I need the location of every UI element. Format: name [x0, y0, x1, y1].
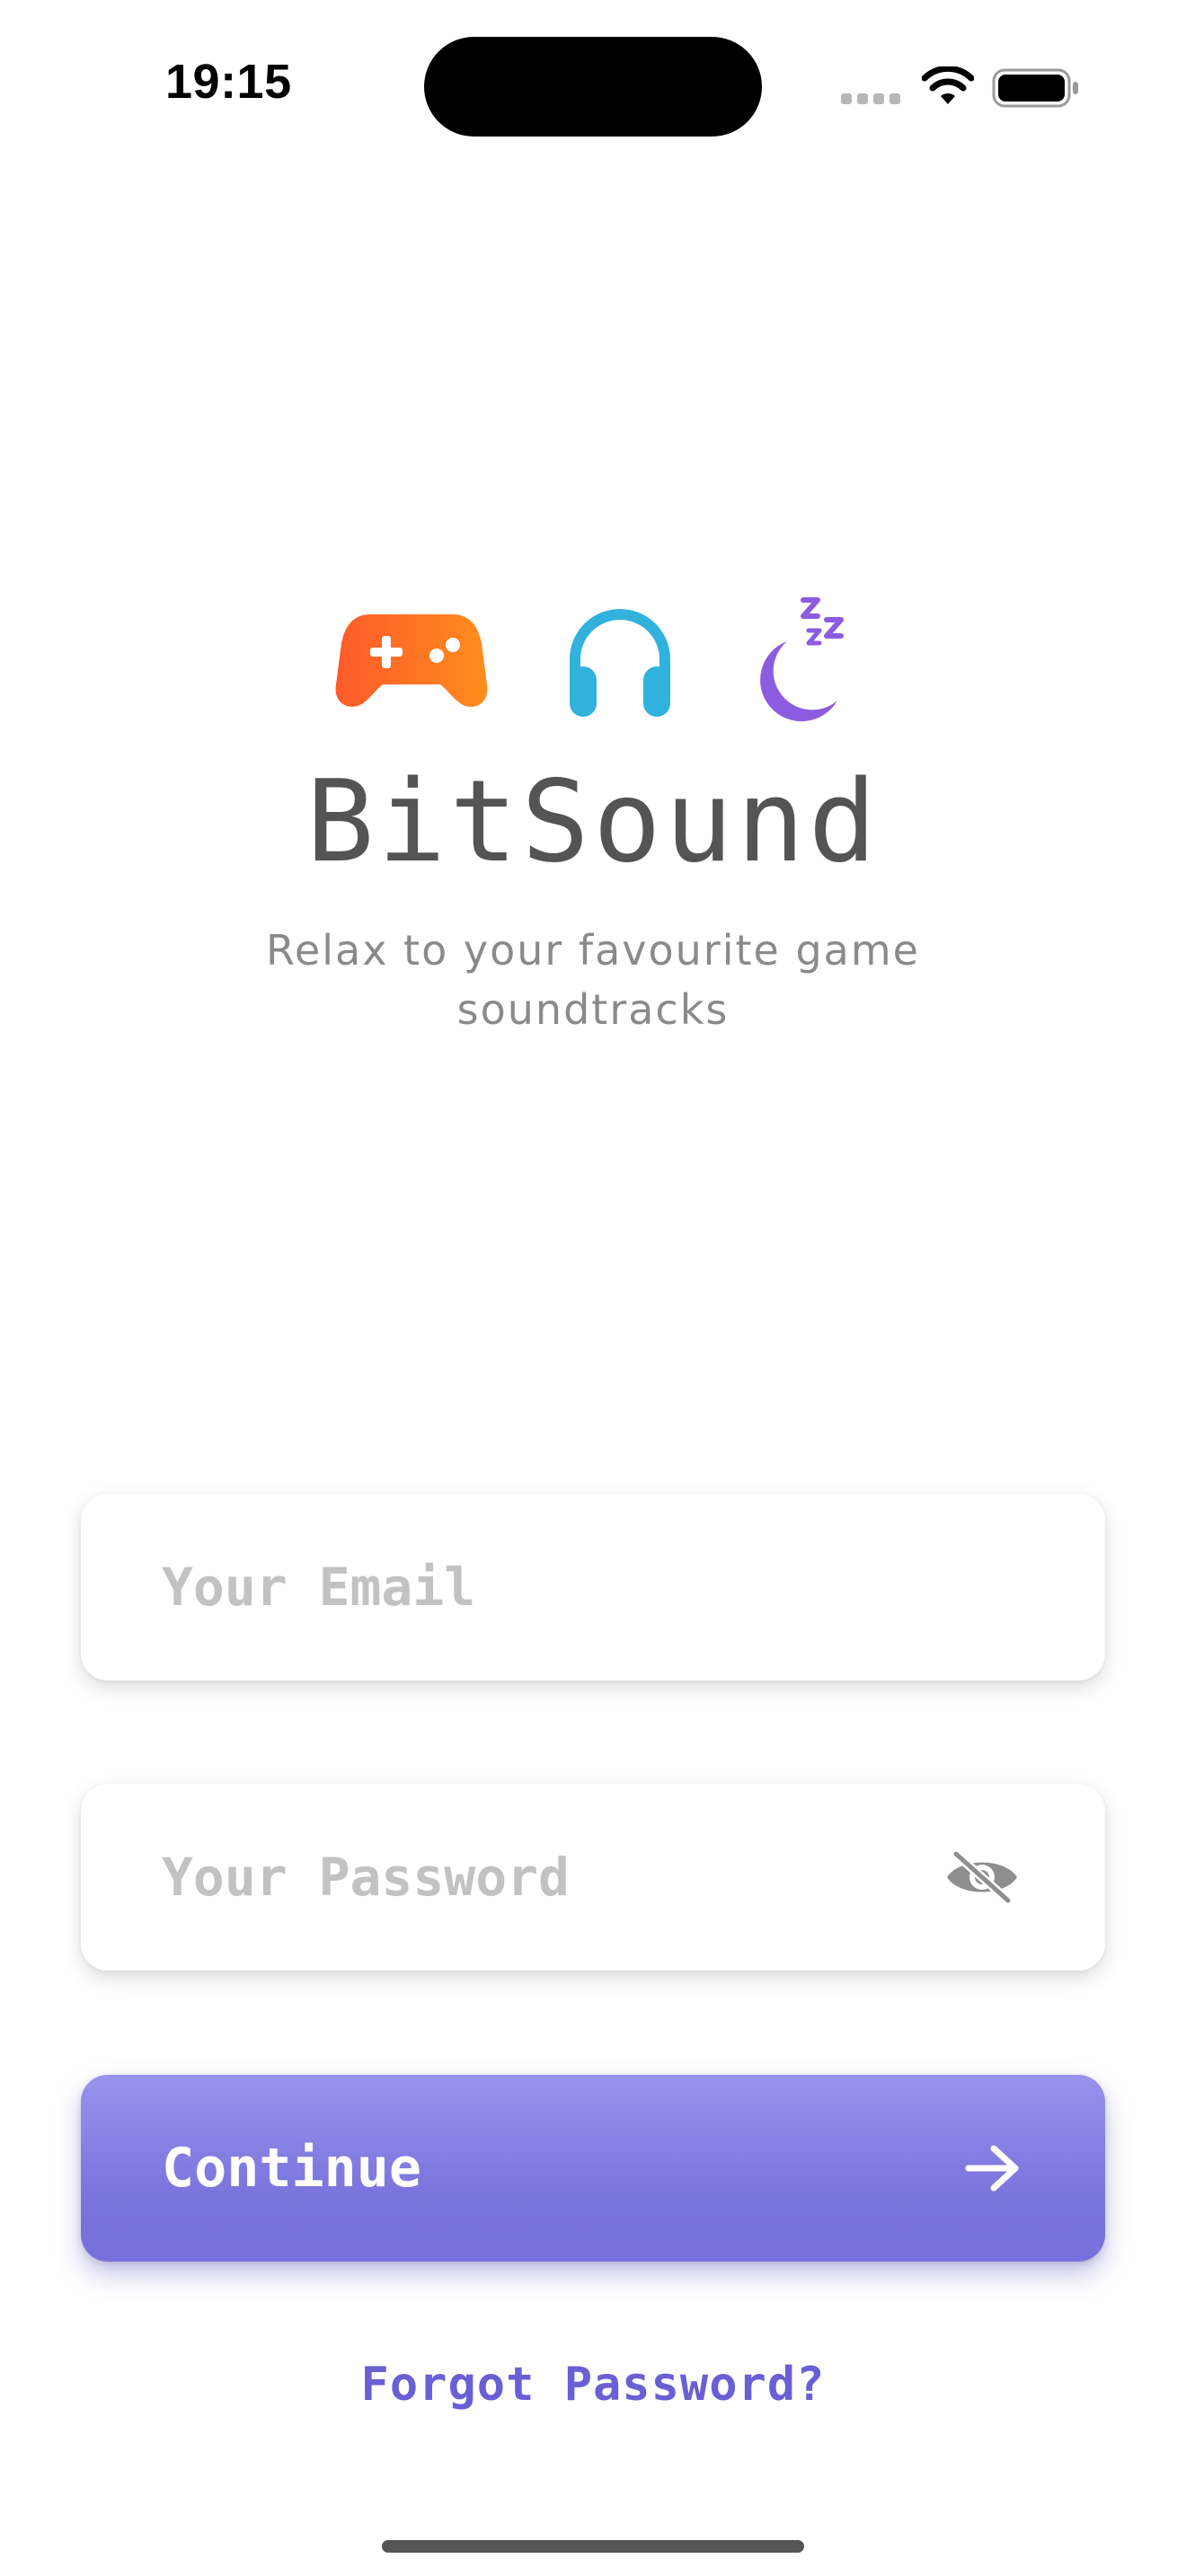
- email-field[interactable]: [81, 1494, 1105, 1681]
- home-indicator[interactable]: [382, 2540, 804, 2553]
- forgot-password-link[interactable]: Forgot Password?: [0, 2358, 1186, 2412]
- wifi-icon: [922, 66, 974, 104]
- gamepad-icon: [335, 614, 488, 707]
- app-tagline: Relax to your favourite game soundtracks: [266, 926, 920, 1034]
- app-title: BitSound: [305, 755, 881, 887]
- status-time: 19:15: [165, 55, 292, 109]
- battery-icon: [992, 68, 1078, 108]
- headphones-icon: [570, 609, 670, 717]
- password-field[interactable]: [81, 1784, 1105, 1971]
- moon-sleep-icon: [760, 597, 844, 722]
- arrow-right-icon: [965, 2145, 1019, 2192]
- eye-slash-icon[interactable]: [943, 1850, 1021, 1904]
- dynamic-island: [424, 37, 762, 137]
- continue-label: Continue: [162, 2137, 421, 2200]
- email-input[interactable]: [162, 1494, 970, 1681]
- continue-button[interactable]: Continue: [81, 2075, 1105, 2262]
- cellular-signal-icon: [841, 93, 900, 104]
- password-input[interactable]: [162, 1784, 970, 1971]
